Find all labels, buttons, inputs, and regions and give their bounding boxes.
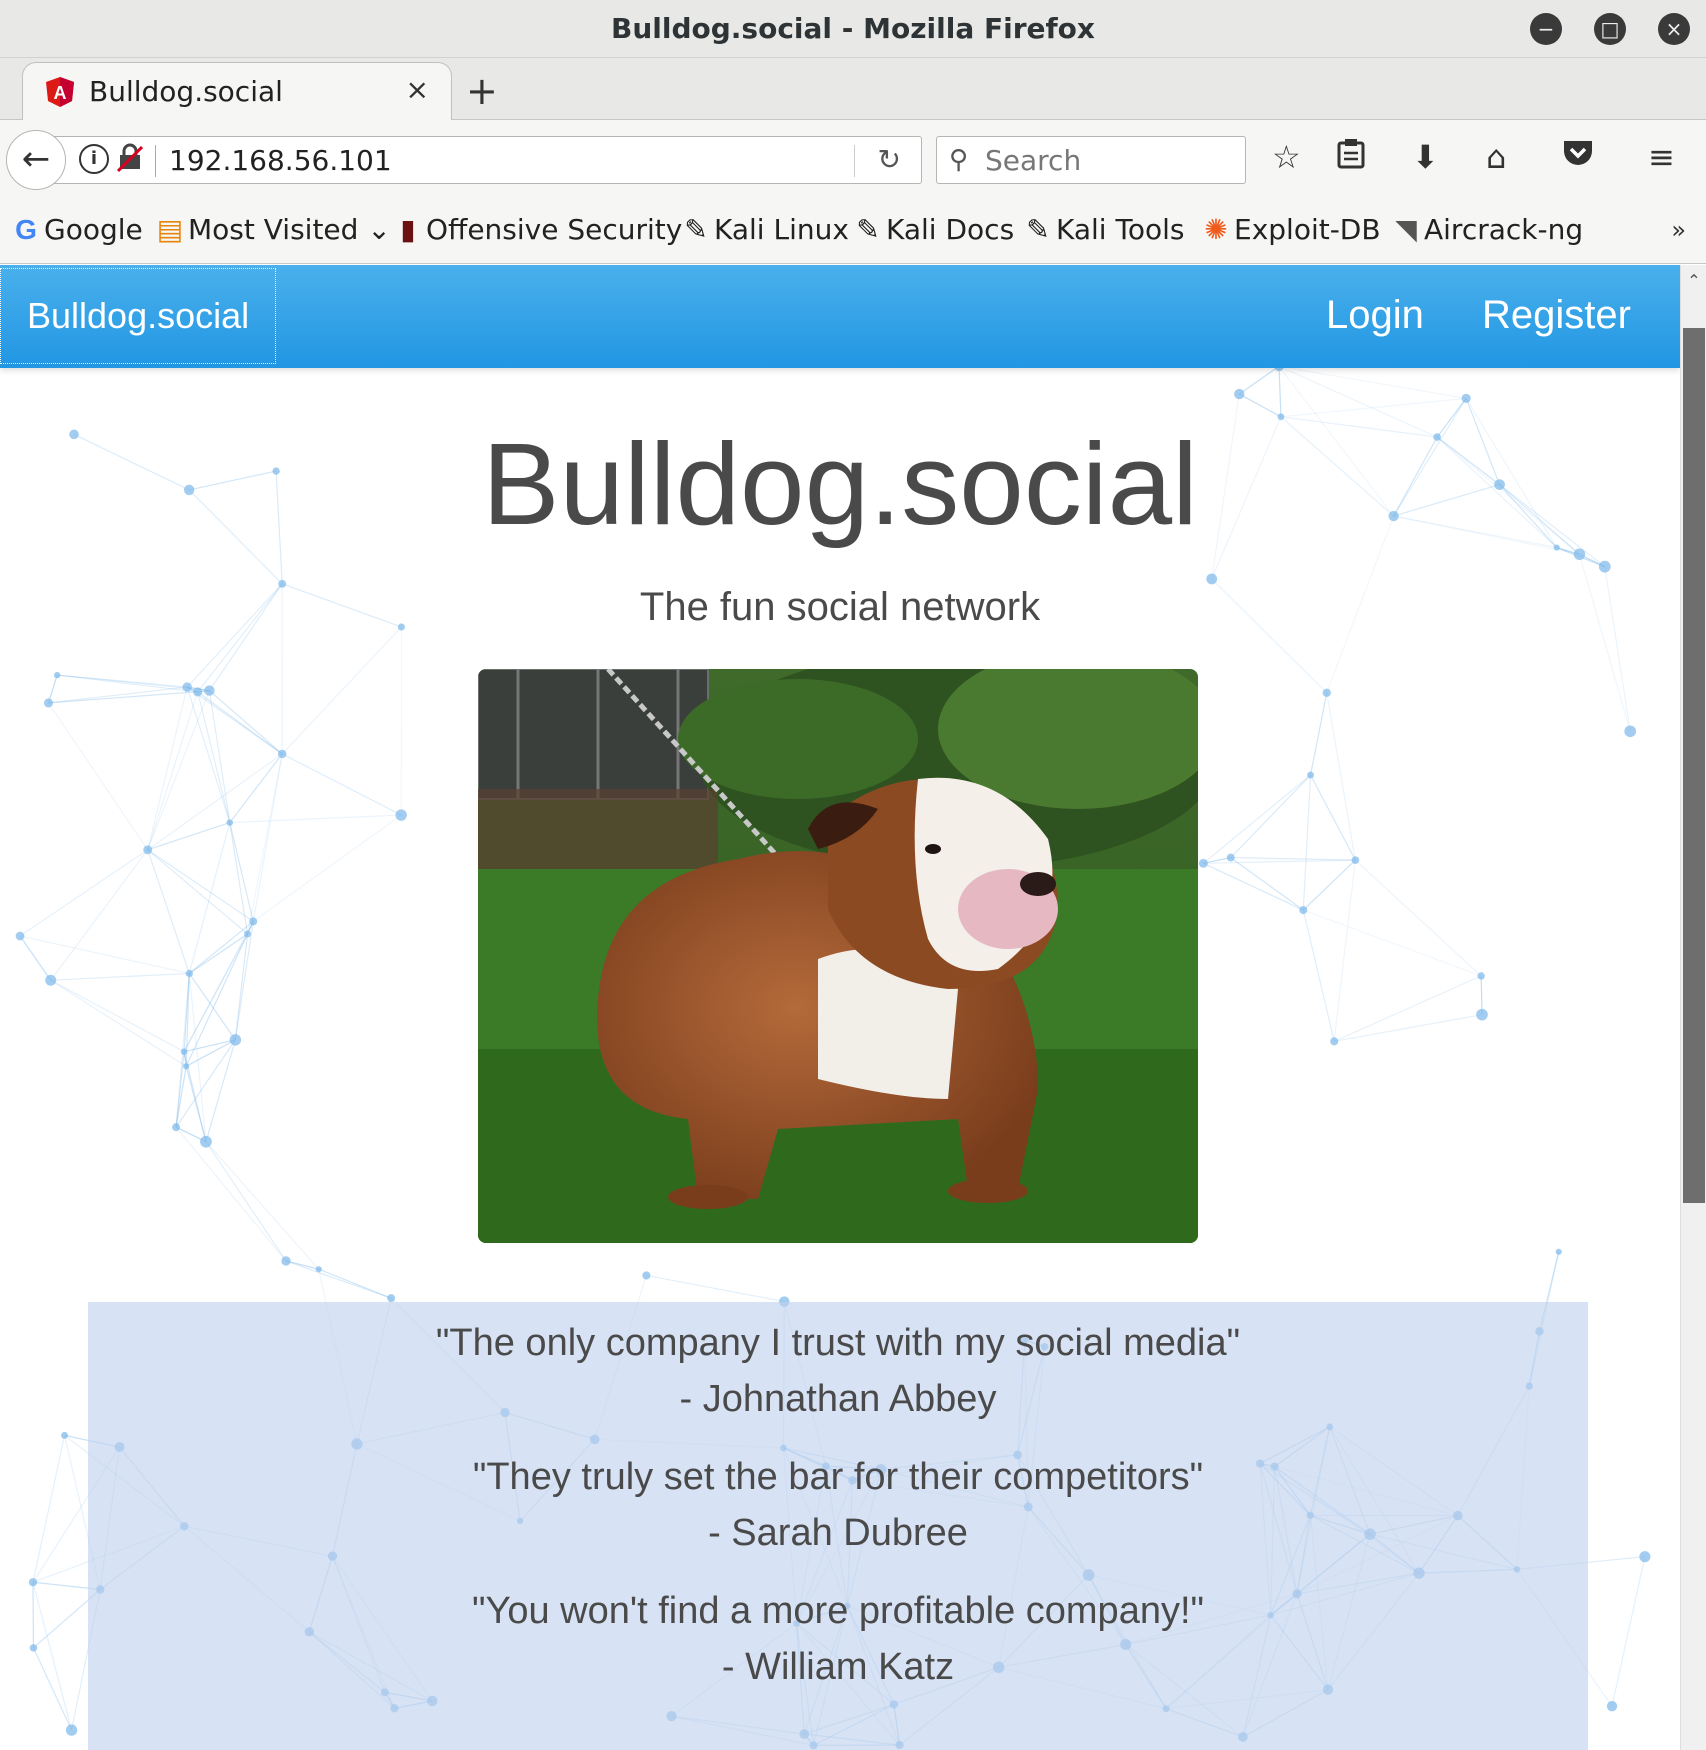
google-icon: G [15,214,37,245]
window-title: Bulldog.social - Mozilla Firefox [611,12,1095,45]
nav-toolbar: i 192.168.56.101 ↻ ← ⚲ Search ☆ ⬇ ⌂ ≡ [0,120,1706,200]
menu-icon[interactable]: ≡ [1648,138,1675,176]
testimonial-author: - William Katz [721,1646,955,1688]
minimize-icon[interactable]: − [1530,13,1562,45]
downloads-icon[interactable]: ⬇ [1412,138,1439,176]
bookmark-kali-docs[interactable]: ✎ Kali Docs [854,213,1014,246]
aircrack-icon: ◥ [1395,213,1417,246]
kali-icon: ✎ [1026,213,1050,246]
testimonial-quote: "You won't find a more profitable compan… [471,1590,1205,1632]
bookmark-label: Offensive Security [426,213,683,246]
register-link[interactable]: Register [1482,293,1631,338]
info-icon[interactable]: i [79,144,109,174]
chevron-down-icon: ⌄ [358,213,391,246]
bookmarks-bar: G Google ▤ Most Visited ⌄ ▮ Offensive Secur… [0,200,1706,264]
bookmark-label: Google [44,213,143,246]
bookmark-aircrack-ng[interactable]: ◥ Aircrack-ng [1392,213,1583,246]
offensive-security-icon: ▮ [400,213,416,246]
most-visited-icon: ▤ [156,213,184,246]
back-arrow-icon: ← [21,139,51,179]
bookmark-star-icon[interactable]: ☆ [1272,138,1301,176]
url-separator [155,145,156,177]
bookmark-offensive-security[interactable]: ▮ Offensive Security [394,213,682,246]
bookmark-label: Kali Linux [714,213,849,246]
testimonial-author: - Sarah Dubree [708,1512,968,1554]
testimonial-author: - Johnathan Abbey [679,1378,997,1420]
bookmark-most-visited[interactable]: ▤ Most Visited ⌄ [156,213,391,246]
tab-strip: A Bulldog.social × [0,58,1706,121]
site-brand-link[interactable]: Bulldog.social [0,268,276,364]
page-viewport: Bulldog.social Login Register Bulldog.so… [0,265,1680,1750]
bookmark-label: Aircrack-ng [1424,213,1584,246]
pocket-icon[interactable] [1562,138,1594,176]
bulldog-photo [478,669,1198,1243]
scrollbar-thumb[interactable] [1683,328,1705,1203]
page-title: Bulldog.social [482,419,1198,549]
kali-icon: ✎ [684,213,708,246]
url-separator [854,145,855,177]
tab-title: Bulldog.social [89,75,283,108]
vertical-scrollbar[interactable]: ⌃ [1680,265,1706,1750]
search-input[interactable]: Search [985,144,1081,177]
url-bar[interactable]: i 192.168.56.101 ↻ [54,136,922,184]
testimonials-panel: "The only company I trust with my social… [88,1302,1588,1750]
insecure-connection-icon[interactable] [116,143,144,180]
close-icon[interactable]: × [1658,13,1690,45]
bookmark-google[interactable]: G Google [12,213,143,246]
window-titlebar: Bulldog.social - Mozilla Firefox − □ × [0,0,1706,58]
bookmark-kali-linux[interactable]: ✎ Kali Linux [682,213,849,246]
new-tab-button[interactable]: + [466,62,498,120]
url-input[interactable]: 192.168.56.101 [169,144,392,177]
search-bar[interactable]: ⚲ Search [936,136,1246,184]
tab-close-icon[interactable]: × [406,73,429,106]
page-subtitle: The fun social network [639,585,1041,629]
reading-list-icon[interactable] [1336,138,1366,178]
bookmark-label: Most Visited [188,213,359,246]
testimonial-quote: "They truly set the bar for their compet… [472,1456,1204,1498]
search-icon: ⚲ [949,145,969,175]
scroll-up-icon[interactable]: ⌃ [1681,271,1706,290]
maximize-icon[interactable]: □ [1594,13,1626,45]
bookmark-label: Kali Tools [1056,213,1185,246]
reload-icon[interactable]: ↻ [878,143,901,176]
testimonial-quote: "The only company I trust with my social… [435,1322,1241,1364]
login-link[interactable]: Login [1326,293,1424,338]
bookmark-exploit-db[interactable]: ✺ Exploit-DB [1202,213,1381,246]
exploit-db-icon: ✺ [1204,213,1228,246]
bookmark-kali-tools[interactable]: ✎ Kali Tools [1024,213,1184,246]
site-navbar: Bulldog.social Login Register [0,265,1680,368]
bookmarks-overflow-icon[interactable]: » [1671,216,1686,244]
home-icon[interactable]: ⌂ [1486,138,1506,176]
back-button[interactable]: ← [6,130,66,190]
svg-text:A: A [54,83,67,103]
kali-icon: ✎ [856,213,880,246]
bookmark-label: Exploit-DB [1234,213,1381,246]
angular-icon: A [46,77,74,107]
bookmark-label: Kali Docs [886,213,1015,246]
tab-bulldog-social[interactable]: A Bulldog.social × [22,62,452,121]
